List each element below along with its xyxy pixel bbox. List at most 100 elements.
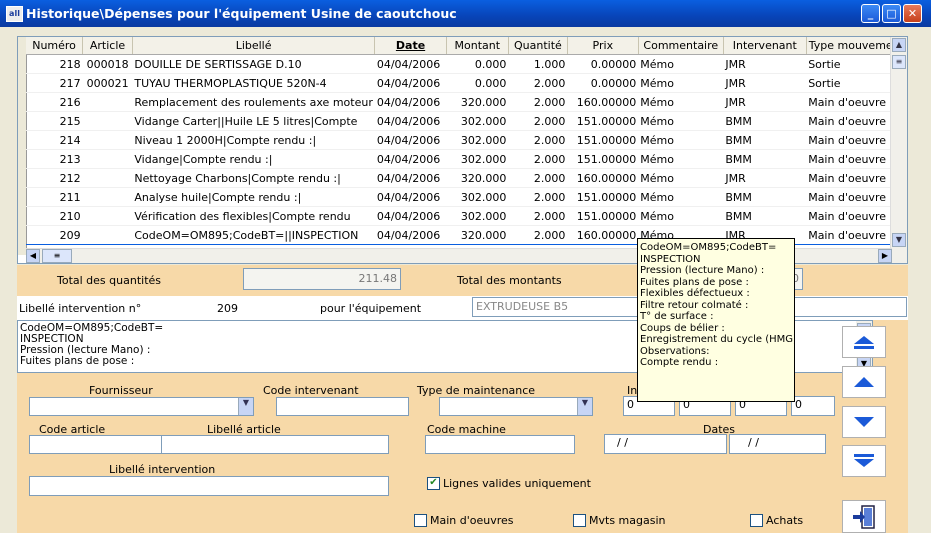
table-cell: 214 <box>26 130 83 150</box>
table-cell: Remplacement des roulements axe moteur <box>132 92 375 112</box>
table-cell: Mémo <box>638 187 724 207</box>
table-cell <box>82 206 133 226</box>
chevron-down-icon[interactable]: ▼ <box>238 398 253 415</box>
arrow-down-icon <box>854 417 874 427</box>
exit-door-icon <box>853 504 875 529</box>
maximize-button[interactable]: □ <box>882 4 901 23</box>
table-cell: 218 <box>26 54 83 74</box>
arrow-up-icon <box>854 377 874 387</box>
checkbox-empty-icon[interactable] <box>414 514 427 527</box>
table-row[interactable]: 210 Vérification des flexibles|Compte ren… <box>26 206 907 226</box>
table-header-row: Numéro Article Libellé Date Montant Quan… <box>26 37 907 55</box>
col-header-commentaire[interactable]: Commentaire <box>638 37 724 55</box>
code-intervenant-input[interactable] <box>276 397 409 416</box>
table-cell: 04/04/2006 <box>374 73 447 93</box>
table-cell: BMM <box>723 187 807 207</box>
date-to-input[interactable]: / / <box>729 434 826 454</box>
table-cell: 2.000 <box>508 111 568 131</box>
table-cell: 151.00000 <box>567 187 639 207</box>
type-maintenance-select[interactable]: ▼ <box>439 397 593 416</box>
scroll-thumb[interactable]: ≡ <box>892 55 906 69</box>
table-cell: 04/04/2006 <box>374 168 447 188</box>
table-cell: 320.000 <box>446 168 509 188</box>
table-cell: 302.000 <box>446 187 509 207</box>
col-header-montant[interactable]: Montant <box>446 37 509 55</box>
table-row[interactable]: 218 000018 DOUILLE DE SERTISSAGE D.10 04/04… <box>26 54 907 74</box>
col-header-libelle[interactable]: Libellé <box>132 37 376 55</box>
checkbox-empty-icon[interactable] <box>750 514 763 527</box>
table-row[interactable]: 212 Nettoyage Charbons|Compte rendu :| 04/… <box>26 168 907 188</box>
table-cell <box>82 130 133 150</box>
fournisseur-select[interactable]: ▼ <box>29 397 254 416</box>
last-record-button[interactable] <box>842 445 886 477</box>
achats-checkbox[interactable]: Achats <box>750 514 803 527</box>
history-grid[interactable]: Numéro Article Libellé Date Montant Quan… <box>17 36 908 264</box>
table-cell: 151.00000 <box>567 206 639 226</box>
code-article-input[interactable] <box>29 435 162 454</box>
achats-label: Achats <box>766 514 804 527</box>
table-cell: CodeOM=OM895;CodeBT=||INSPECTION <box>132 225 375 245</box>
total-amounts-label: Total des montants <box>457 274 562 287</box>
table-cell: BMM <box>723 206 807 226</box>
checkmark-icon[interactable]: ✔ <box>427 477 440 490</box>
exit-button[interactable] <box>842 500 886 533</box>
table-cell: 302.000 <box>446 111 509 131</box>
col-header-quantite[interactable]: Quantité <box>508 37 568 55</box>
table-cell: 0.000 <box>446 54 509 74</box>
table-cell: 04/04/2006 <box>374 206 447 226</box>
mvts-magasin-checkbox[interactable]: Mvts magasin <box>573 514 665 527</box>
table-row[interactable]: 216 Remplacement des roulements axe moteu… <box>26 92 907 112</box>
col-header-article[interactable]: Article <box>82 37 133 55</box>
date-from-input[interactable]: / / <box>604 434 727 454</box>
history-table: Numéro Article Libellé Date Montant Quan… <box>26 37 907 263</box>
table-cell: 302.000 <box>446 206 509 226</box>
equipment-extra-field[interactable] <box>792 297 907 317</box>
grid-vertical-scrollbar[interactable]: ▲ ≡ ▼ <box>890 37 907 263</box>
libelle-article-input[interactable] <box>161 435 389 454</box>
table-cell: 04/04/2006 <box>374 187 447 207</box>
numeric-field-4[interactable]: 0 <box>791 396 835 416</box>
scroll-left-arrow-icon[interactable]: ◀ <box>26 249 40 263</box>
col-header-prix[interactable]: Prix <box>567 37 639 55</box>
checkbox-empty-icon[interactable] <box>573 514 586 527</box>
main-oeuvres-label: Main d'oeuvres <box>430 514 514 527</box>
app-icon: all <box>6 6 23 22</box>
table-cell: 2.000 <box>508 225 568 245</box>
table-cell: 209 <box>26 225 83 245</box>
close-button[interactable]: ✕ <box>903 4 922 23</box>
table-row[interactable]: 211 Analyse huile|Compte rendu :| 04/04/20… <box>26 187 907 207</box>
table-cell: 160.00000 <box>567 225 639 245</box>
table-cell: Mémo <box>638 130 724 150</box>
table-row[interactable]: 213 Vidange|Compte rendu :| 04/04/2006 302.… <box>26 149 907 169</box>
table-cell: JMR <box>723 168 807 188</box>
table-cell <box>82 92 133 112</box>
scroll-up-arrow-icon[interactable]: ▲ <box>892 38 906 52</box>
chevron-down-icon[interactable]: ▼ <box>577 398 592 415</box>
lignes-valides-label: Lignes valides uniquement <box>443 477 591 490</box>
table-cell <box>82 225 133 245</box>
next-record-button[interactable] <box>842 406 886 438</box>
lignes-valides-checkbox[interactable]: ✔ Lignes valides uniquement <box>427 477 591 490</box>
col-header-intervenant[interactable]: Intervenant <box>723 37 807 55</box>
col-header-numero[interactable]: Numéro <box>26 37 84 55</box>
window-title: Historique\Dépenses pour l'équipement Us… <box>26 6 457 21</box>
table-row[interactable]: 215 Vidange Carter||Huile LE 5 litres|Com… <box>26 111 907 131</box>
table-cell: 320.000 <box>446 92 509 112</box>
hscroll-thumb[interactable]: ≡ <box>42 249 72 263</box>
minimize-button[interactable]: _ <box>861 4 880 23</box>
table-row[interactable]: 217 000021 TUYAU THERMOPLASTIQUE 520N-4 04/… <box>26 73 907 93</box>
table-cell: 320.000 <box>446 225 509 245</box>
table-cell: 04/04/2006 <box>374 149 447 169</box>
table-cell: DOUILLE DE SERTISSAGE D.10 <box>132 54 375 74</box>
table-cell: BMM <box>723 149 807 169</box>
total-quantities-value: 211.48 <box>243 268 401 290</box>
scroll-right-arrow-icon[interactable]: ▶ <box>878 249 892 263</box>
table-row[interactable]: 214 Niveau 1 2000H|Compte rendu :| 04/04/2… <box>26 130 907 150</box>
scroll-down-arrow-icon[interactable]: ▼ <box>892 233 906 247</box>
col-header-date[interactable]: Date <box>374 37 447 55</box>
code-machine-input[interactable] <box>425 435 575 454</box>
libelle-intervention-input[interactable] <box>29 476 389 496</box>
first-record-button[interactable] <box>842 326 886 358</box>
previous-record-button[interactable] <box>842 366 886 398</box>
main-oeuvres-checkbox[interactable]: Main d'oeuvres <box>414 514 514 527</box>
